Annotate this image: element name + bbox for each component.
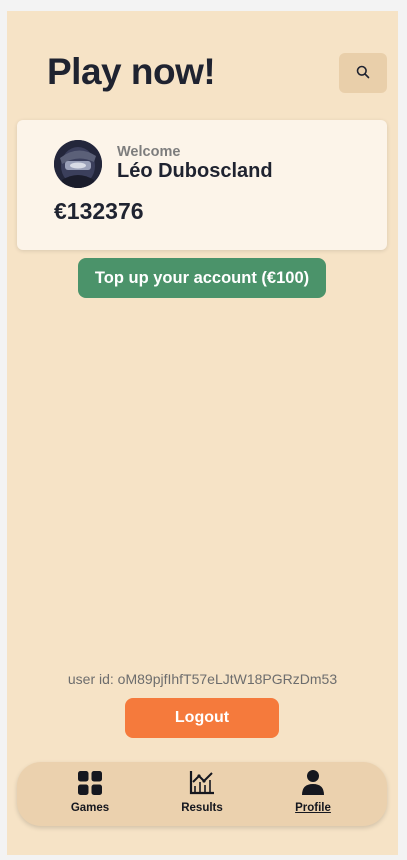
- nav-label-profile: Profile: [295, 802, 331, 814]
- logout-button[interactable]: Logout: [125, 698, 279, 738]
- avatar: [54, 140, 102, 188]
- top-up-button[interactable]: Top up your account (€100): [78, 258, 326, 298]
- welcome-label: Welcome: [117, 144, 181, 160]
- app-screen: Play now! Welcome Léo Duboscland €132376…: [7, 11, 398, 855]
- page-title: Play now!: [47, 51, 216, 92]
- nav-item-results[interactable]: Results: [157, 771, 247, 814]
- account-balance: €132376: [54, 198, 144, 224]
- search-button[interactable]: [339, 53, 387, 93]
- user-icon: [302, 770, 324, 800]
- user-id-text: user id: oM89pjfIhfT57eLJtW18PGRzDm53: [67, 671, 338, 687]
- nav-item-games[interactable]: Games: [45, 771, 135, 814]
- bottom-nav: Games Results Profile: [17, 762, 387, 826]
- search-icon: [356, 65, 370, 82]
- chart-icon: [189, 770, 215, 800]
- nav-label-games: Games: [70, 802, 110, 814]
- grid-icon: [78, 771, 102, 800]
- user-name: Léo Duboscland: [117, 160, 273, 182]
- nav-label-results: Results: [181, 802, 223, 814]
- profile-card: Welcome Léo Duboscland €132376: [17, 120, 387, 250]
- nav-item-profile[interactable]: Profile: [268, 770, 358, 814]
